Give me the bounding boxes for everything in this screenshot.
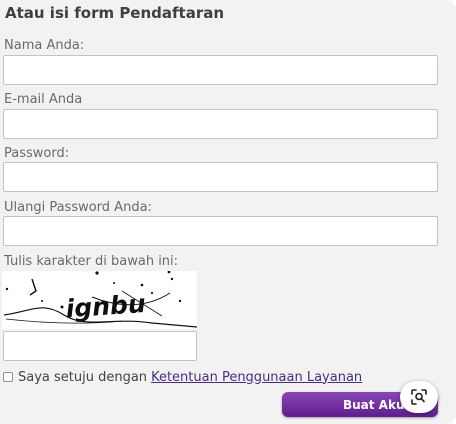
email-label: E-mail Anda — [4, 92, 83, 107]
captcha-input[interactable] — [3, 331, 197, 361]
terms-link[interactable]: Ketentuan Penggunaan Layanan — [151, 370, 362, 385]
captcha-label: Tulis karakter di bawah ini: — [4, 254, 179, 269]
agree-row: Saya setuju dengan Ketentuan Penggunaan … — [3, 368, 362, 386]
registration-form: Atau isi form Pendaftaran Nama Anda: E-m… — [0, 0, 456, 424]
confirm-password-label: Ulangi Password Anda: — [4, 200, 152, 215]
visual-search-button[interactable] — [400, 381, 438, 413]
visual-search-icon — [411, 389, 427, 405]
confirm-password-input[interactable] — [3, 216, 438, 246]
form-title: Atau isi form Pendaftaran — [5, 4, 225, 22]
email-input[interactable] — [3, 109, 438, 139]
captcha-glyphs: ignbu — [65, 289, 147, 324]
agree-text: Saya setuju dengan — [18, 369, 148, 385]
name-input[interactable] — [3, 55, 438, 85]
agree-checkbox[interactable] — [3, 372, 13, 382]
captcha-image: ignbu — [2, 270, 198, 329]
password-label: Password: — [4, 146, 70, 161]
name-label: Nama Anda: — [4, 38, 85, 53]
password-input[interactable] — [3, 162, 438, 192]
